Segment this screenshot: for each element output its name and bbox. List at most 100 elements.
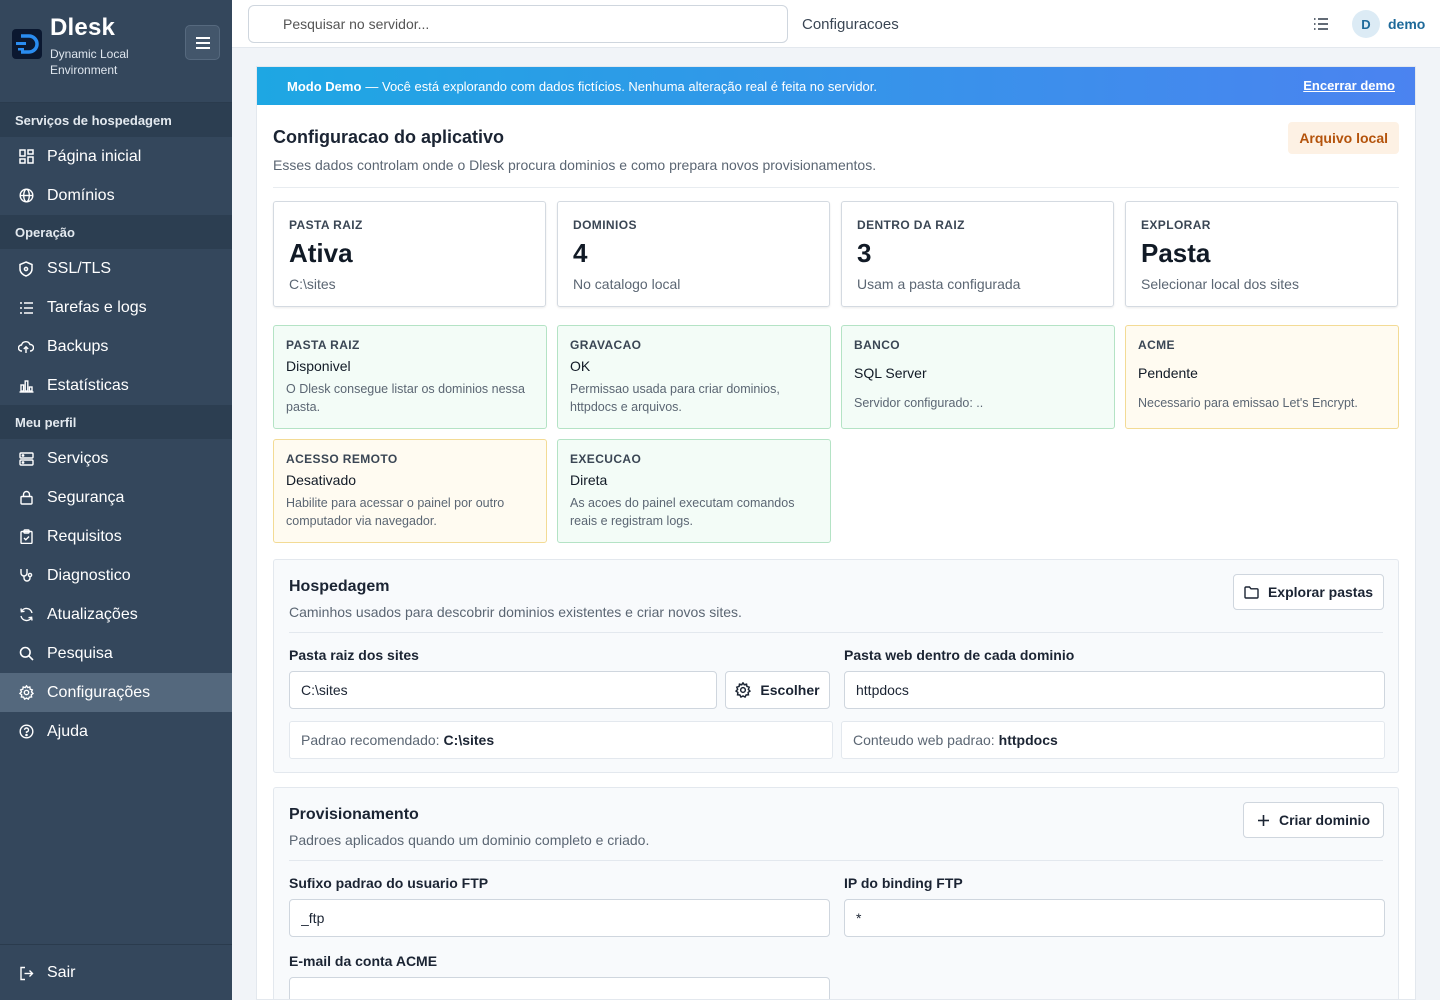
sidebar-item-services[interactable]: Serviços bbox=[0, 439, 232, 478]
status-badge: Arquivo local bbox=[1288, 122, 1399, 154]
sidebar-item-backups[interactable]: Backups bbox=[0, 327, 232, 366]
web-folder-input[interactable] bbox=[844, 671, 1385, 709]
hosting-subtitle: Caminhos usados para descobrir dominios … bbox=[289, 604, 742, 620]
sidebar-item-tasks[interactable]: Tarefas e logs bbox=[0, 288, 232, 327]
divider bbox=[289, 860, 1383, 861]
web-hint-value: httpdocs bbox=[998, 732, 1058, 748]
check-label: PASTA RAIZ bbox=[286, 338, 360, 352]
logout-label: Sair bbox=[47, 964, 76, 981]
sidebar-item-domains[interactable]: Domínios bbox=[0, 176, 232, 215]
provisioning-subtitle: Padroes aplicados quando um dominio comp… bbox=[289, 832, 650, 848]
choose-folder-label: Escolher bbox=[760, 682, 820, 698]
hosting-panel: Hospedagem Caminhos usados para descobri… bbox=[273, 559, 1399, 773]
tasks-icon bbox=[18, 300, 34, 316]
sidebar-item-ssl[interactable]: SSL/TLS bbox=[0, 249, 232, 288]
sidebar-item-requirements[interactable]: Requisitos bbox=[0, 517, 232, 556]
avatar[interactable]: D bbox=[1352, 10, 1380, 38]
brand-subtitle: Dynamic Local Environment bbox=[50, 47, 129, 77]
check-label: EXECUCAO bbox=[570, 452, 642, 466]
stat-value: Pasta bbox=[1141, 238, 1211, 268]
check-value: OK bbox=[570, 358, 591, 374]
acme-email-label: E-mail da conta ACME bbox=[289, 953, 438, 969]
sidebar-item-label: Pesquisa bbox=[47, 644, 113, 662]
check-label: BANCO bbox=[854, 338, 900, 352]
sidebar-item-home[interactable]: Página inicial bbox=[0, 137, 232, 176]
sidebar-item-settings[interactable]: Configurações bbox=[0, 673, 232, 712]
create-domain-button[interactable]: Criar dominio bbox=[1243, 802, 1384, 838]
explore-folders-button[interactable]: Explorar pastas bbox=[1233, 574, 1384, 610]
check-description: O Dlesk consegue listar os dominios ness… bbox=[286, 382, 526, 414]
check-label: GRAVACAO bbox=[570, 338, 642, 352]
menu-toggle-button[interactable] bbox=[185, 25, 220, 60]
check-label: ACME bbox=[1138, 338, 1175, 352]
page-title: Configuracao do aplicativo bbox=[273, 127, 505, 147]
sidebar-item-label: SSL/TLS bbox=[47, 259, 112, 277]
topbar: Configuracoes D demo bbox=[232, 0, 1440, 48]
sidebar-item-search[interactable]: Pesquisa bbox=[0, 634, 232, 673]
sidebar: Dlesk Dynamic Local Environment Serviços… bbox=[0, 0, 232, 1000]
acme-email-input[interactable] bbox=[289, 977, 830, 999]
search-input[interactable] bbox=[248, 5, 788, 43]
check-value: SQL Server bbox=[854, 365, 927, 381]
ftp-suffix-input[interactable] bbox=[289, 899, 830, 937]
stat-card-inside-root: DENTRO DA RAIZ 3 Usam a pasta configurad… bbox=[841, 201, 1114, 307]
check-description: As acoes do painel executam comandos rea… bbox=[570, 496, 795, 528]
cloud-upload-icon bbox=[18, 339, 34, 355]
sidebar-item-label: Backups bbox=[47, 337, 109, 355]
stats-grid: PASTA RAIZ Ativa C:\sites DOMINIOS 4 No … bbox=[273, 201, 1398, 307]
choose-folder-button[interactable]: Escolher bbox=[725, 671, 830, 709]
sidebar-item-label: Serviços bbox=[47, 449, 109, 467]
shield-icon bbox=[18, 260, 34, 277]
stat-subtitle: Usam a pasta configurada bbox=[857, 276, 1021, 292]
sidebar-item-diagnostics[interactable]: Diagnostico bbox=[0, 556, 232, 595]
check-card-database: BANCO SQL Server Servidor configurado: .… bbox=[841, 325, 1115, 429]
stat-subtitle: C:\sites bbox=[289, 276, 336, 292]
check-value: Disponivel bbox=[286, 358, 351, 374]
brand-name: Dlesk bbox=[50, 14, 116, 41]
user-menu[interactable]: demo bbox=[1388, 16, 1425, 32]
sidebar-item-statistics[interactable]: Estatísticas bbox=[0, 366, 232, 405]
check-value: Desativado bbox=[286, 472, 357, 488]
ftp-ip-input[interactable] bbox=[844, 899, 1385, 937]
ftp-ip-label: IP do binding FTP bbox=[844, 875, 963, 891]
sidebar-item-label: Segurança bbox=[47, 488, 125, 506]
demo-banner-title: Modo Demo bbox=[287, 78, 362, 94]
dashboard-icon bbox=[18, 149, 34, 165]
logout-icon bbox=[18, 965, 34, 981]
gear-icon bbox=[18, 685, 34, 701]
sidebar-item-label: Configurações bbox=[47, 683, 151, 701]
stat-value: 3 bbox=[857, 238, 872, 268]
sidebar-item-label: Tarefas e logs bbox=[47, 298, 147, 316]
section-my-profile: Meu perfil bbox=[0, 405, 232, 439]
sidebar-item-label: Página inicial bbox=[47, 147, 142, 165]
sidebar-item-security[interactable]: Segurança bbox=[0, 478, 232, 517]
sidebar-item-label: Estatísticas bbox=[47, 376, 129, 394]
breadcrumb: Configuracoes bbox=[802, 16, 899, 33]
demo-banner: Modo Demo — Você está explorando com dad… bbox=[257, 67, 1415, 105]
sidebar-item-help[interactable]: Ajuda bbox=[0, 712, 232, 751]
stat-label: DENTRO DA RAIZ bbox=[857, 218, 965, 232]
root-folder-input[interactable] bbox=[289, 671, 717, 709]
stat-value: Ativa bbox=[289, 238, 353, 268]
stat-card-domains: DOMINIOS 4 No catalogo local bbox=[557, 201, 830, 307]
end-demo-link[interactable]: Encerrar demo bbox=[1303, 78, 1395, 93]
status-checks-grid: PASTA RAIZ Disponivel O Dlesk consegue l… bbox=[273, 325, 1399, 543]
sidebar-item-label: Requisitos bbox=[47, 527, 122, 545]
section-operation: Operação bbox=[0, 215, 232, 249]
list-view-icon[interactable] bbox=[1312, 15, 1330, 33]
refresh-icon bbox=[18, 607, 34, 623]
demo-banner-text: — Você está explorando com dados fictíci… bbox=[365, 78, 878, 94]
sidebar-item-updates[interactable]: Atualizações bbox=[0, 595, 232, 634]
stat-card-explore[interactable]: EXPLORAR Pasta Selecionar local dos site… bbox=[1125, 201, 1398, 307]
stat-subtitle: Selecionar local dos sites bbox=[1141, 276, 1299, 292]
logout-button[interactable]: Sair bbox=[0, 945, 232, 1000]
provisioning-panel: Provisionamento Padroes aplicados quando… bbox=[273, 787, 1399, 999]
plus-icon bbox=[1257, 814, 1269, 826]
sidebar-item-label: Atualizações bbox=[47, 605, 138, 623]
stat-card-root-folder: PASTA RAIZ Ativa C:\sites bbox=[273, 201, 546, 307]
search-icon bbox=[18, 646, 34, 662]
sidebar-footer: Sair bbox=[0, 944, 232, 1000]
check-card-acme: ACME Pendente Necessario para emissao Le… bbox=[1125, 325, 1399, 429]
explore-folders-label: Explorar pastas bbox=[1267, 584, 1374, 600]
web-folder-hint: Conteudo web padrao: httpdocs bbox=[841, 721, 1385, 759]
